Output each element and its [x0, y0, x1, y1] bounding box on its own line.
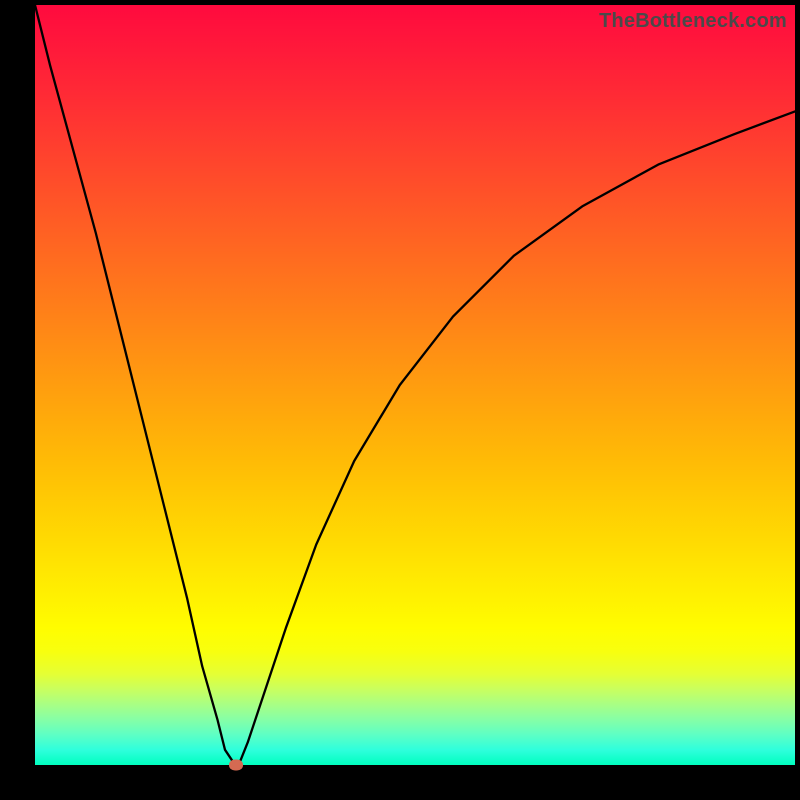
bottleneck-curve [35, 5, 795, 765]
plot-area: TheBottleneck.com [35, 5, 795, 765]
optimum-marker [229, 760, 243, 771]
chart-frame: TheBottleneck.com [0, 0, 800, 800]
